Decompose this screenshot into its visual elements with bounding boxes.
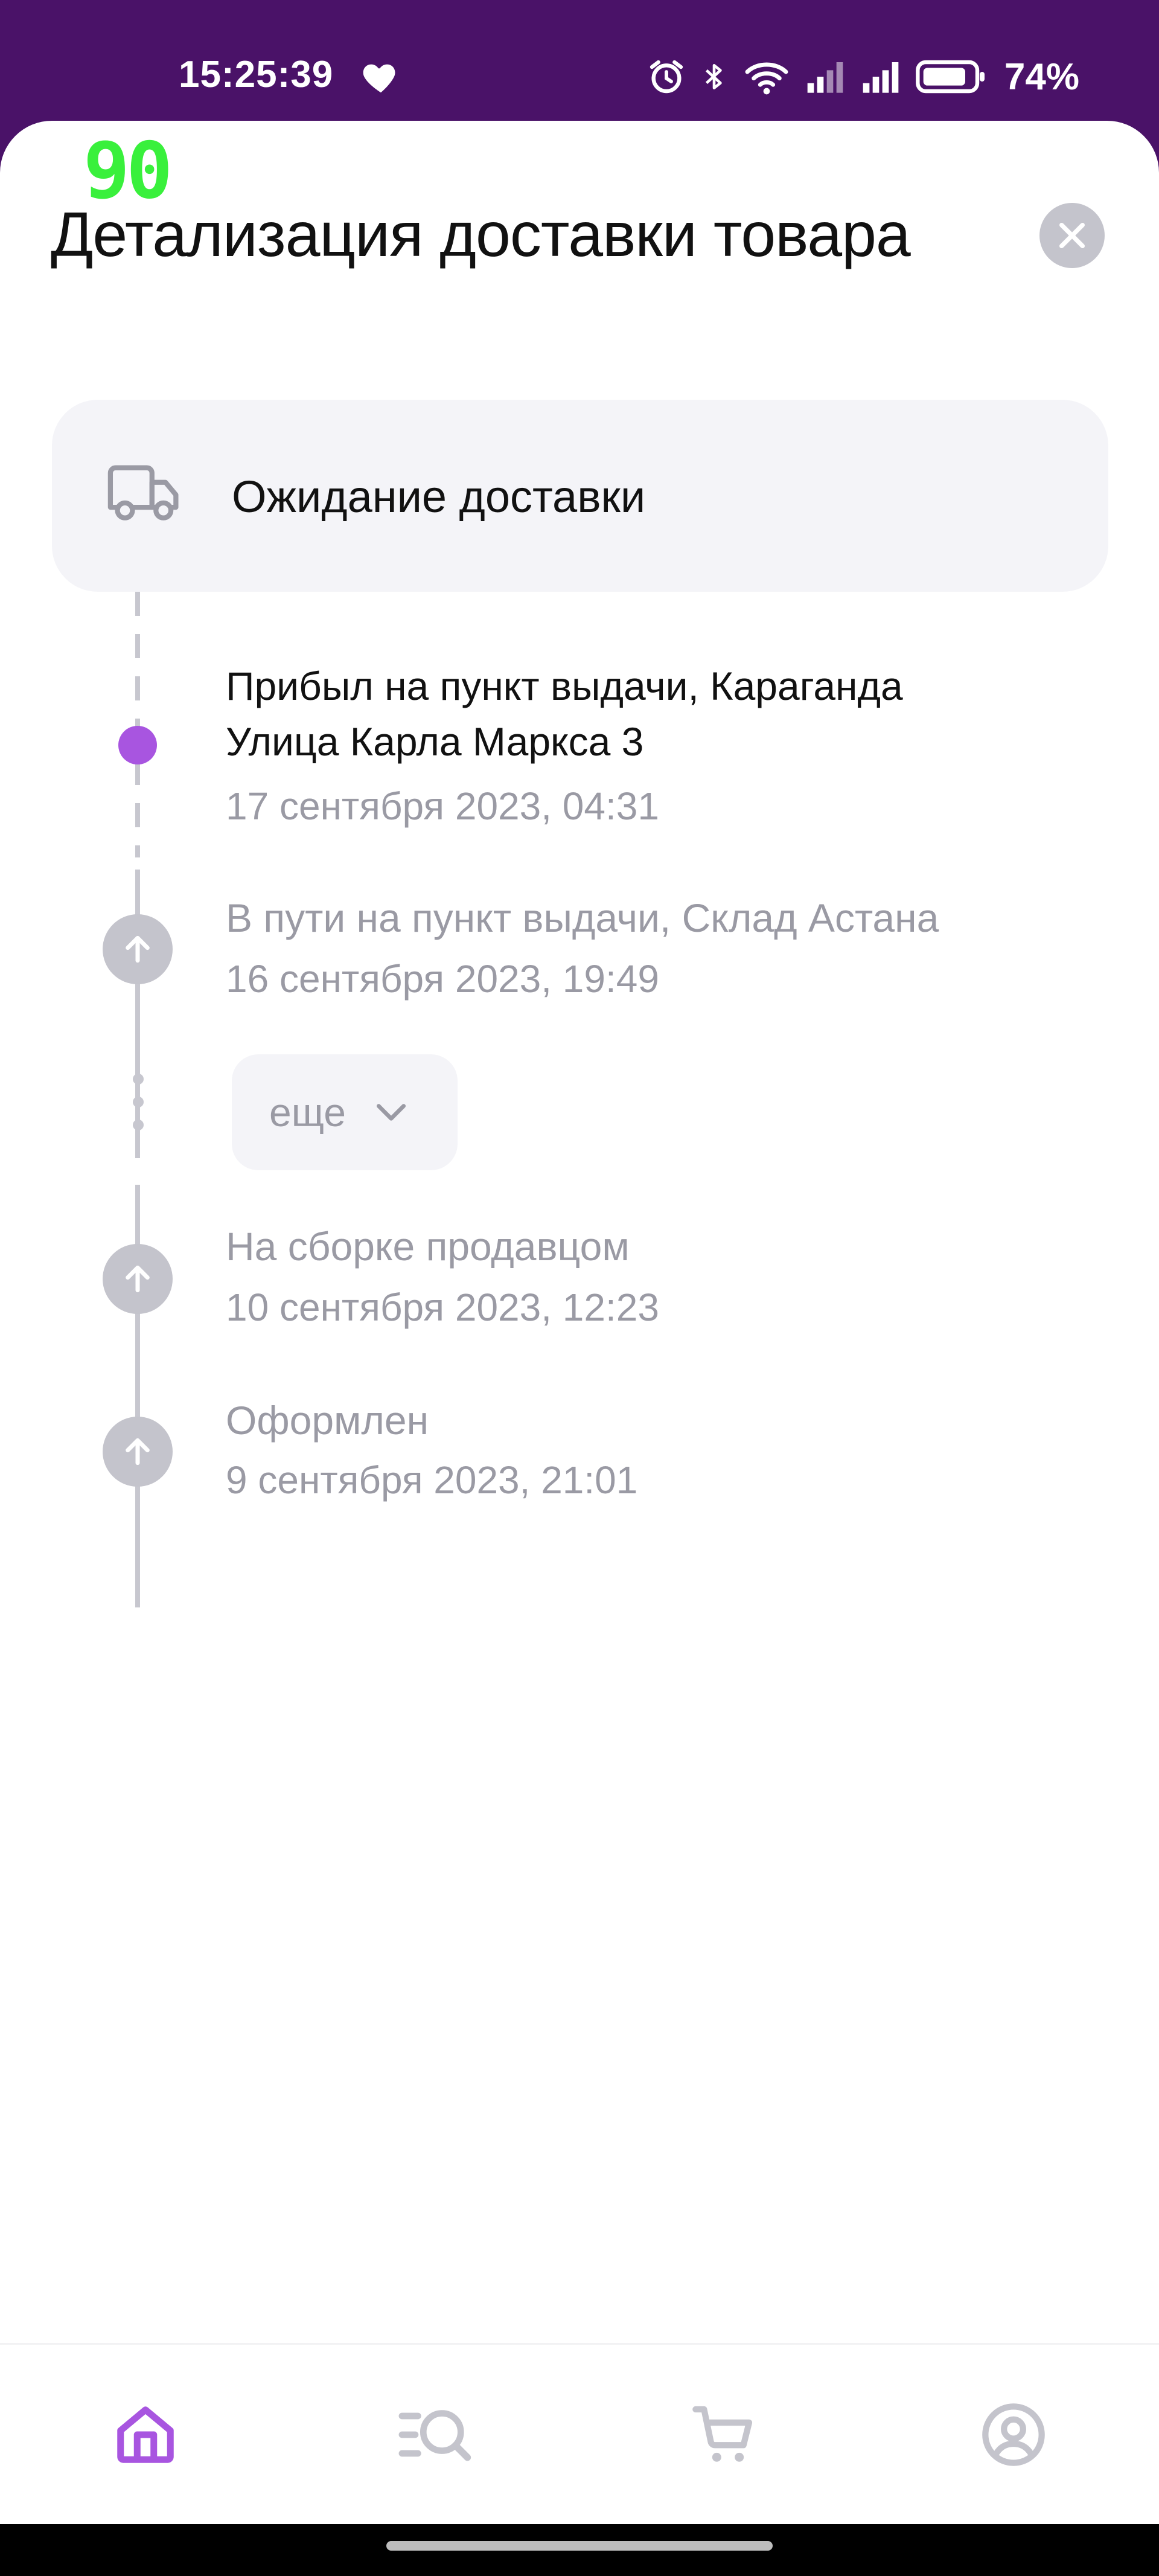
timeline-node (103, 914, 173, 984)
timeline-node (103, 1417, 173, 1487)
heart-icon (363, 64, 395, 93)
arrow-up-icon (126, 1265, 150, 1293)
close-icon (1059, 222, 1085, 249)
delivery-status-label: Ожидание доставки (232, 472, 646, 522)
battery-percent: 74% (1004, 56, 1079, 98)
signal-icon (807, 62, 843, 93)
delivery-details-sheet: 90 Детализация доставки товара Ожидание … (0, 121, 1159, 2343)
close-button[interactable] (1039, 203, 1105, 268)
signal-icon (863, 62, 899, 93)
page-title: Детализация доставки товара (51, 200, 911, 270)
battery-icon (916, 60, 985, 94)
chevron-down-icon (376, 1104, 406, 1121)
status-icons: 74% (647, 56, 1079, 98)
system-gesture-bar (0, 2524, 1159, 2576)
fps-counter: 90 (83, 126, 173, 216)
event-title: В пути на пункт выдачи, Склад Астана (226, 896, 939, 940)
app-screen: 15:25:39 74% 90 Детализация доставки тов… (0, 0, 1159, 2576)
timeline-dot-active (118, 726, 157, 764)
gesture-handle[interactable] (386, 2541, 773, 2551)
arrow-up-icon (126, 1438, 150, 1466)
nav-home[interactable] (106, 2395, 185, 2474)
profile-icon (982, 2403, 1045, 2466)
event-date: 9 сентября 2023, 21:01 (226, 1458, 638, 1502)
timeline-dashed-line (135, 592, 140, 857)
home-icon (117, 2406, 174, 2463)
show-more-label: еще (269, 1090, 346, 1135)
nav-catalog[interactable] (395, 2395, 473, 2474)
cart-icon (692, 2406, 753, 2462)
status-bar: 15:25:39 74% (0, 0, 1159, 127)
event-date: 10 сентября 2023, 12:23 (226, 1286, 659, 1329)
catalog-search-icon (398, 2410, 471, 2461)
wifi-icon (745, 62, 788, 95)
bluetooth-icon (705, 63, 722, 90)
nav-profile[interactable] (974, 2395, 1053, 2474)
delivery-status-card: Ожидание доставки (52, 400, 1108, 592)
event-title: Оформлен (226, 1398, 429, 1443)
event-title: Прибыл на пункт выдачи, Караганда (226, 664, 903, 708)
event-title: На сборке продавцом (226, 1224, 630, 1269)
show-more-button[interactable]: еще (232, 1054, 458, 1170)
timeline-ellipsis (133, 1074, 144, 1142)
event-date: 17 сентября 2023, 04:31 (226, 784, 659, 828)
event-address: Улица Карла Маркса 3 (226, 719, 644, 764)
arrow-up-icon (126, 935, 150, 963)
event-date: 16 сентября 2023, 19:49 (226, 957, 659, 1001)
nav-cart[interactable] (685, 2395, 763, 2474)
status-time: 15:25:39 (179, 54, 334, 95)
alarm-icon (650, 60, 683, 94)
bottom-navigation (0, 2343, 1159, 2524)
timeline-node (103, 1244, 173, 1314)
truck-icon (107, 465, 179, 521)
